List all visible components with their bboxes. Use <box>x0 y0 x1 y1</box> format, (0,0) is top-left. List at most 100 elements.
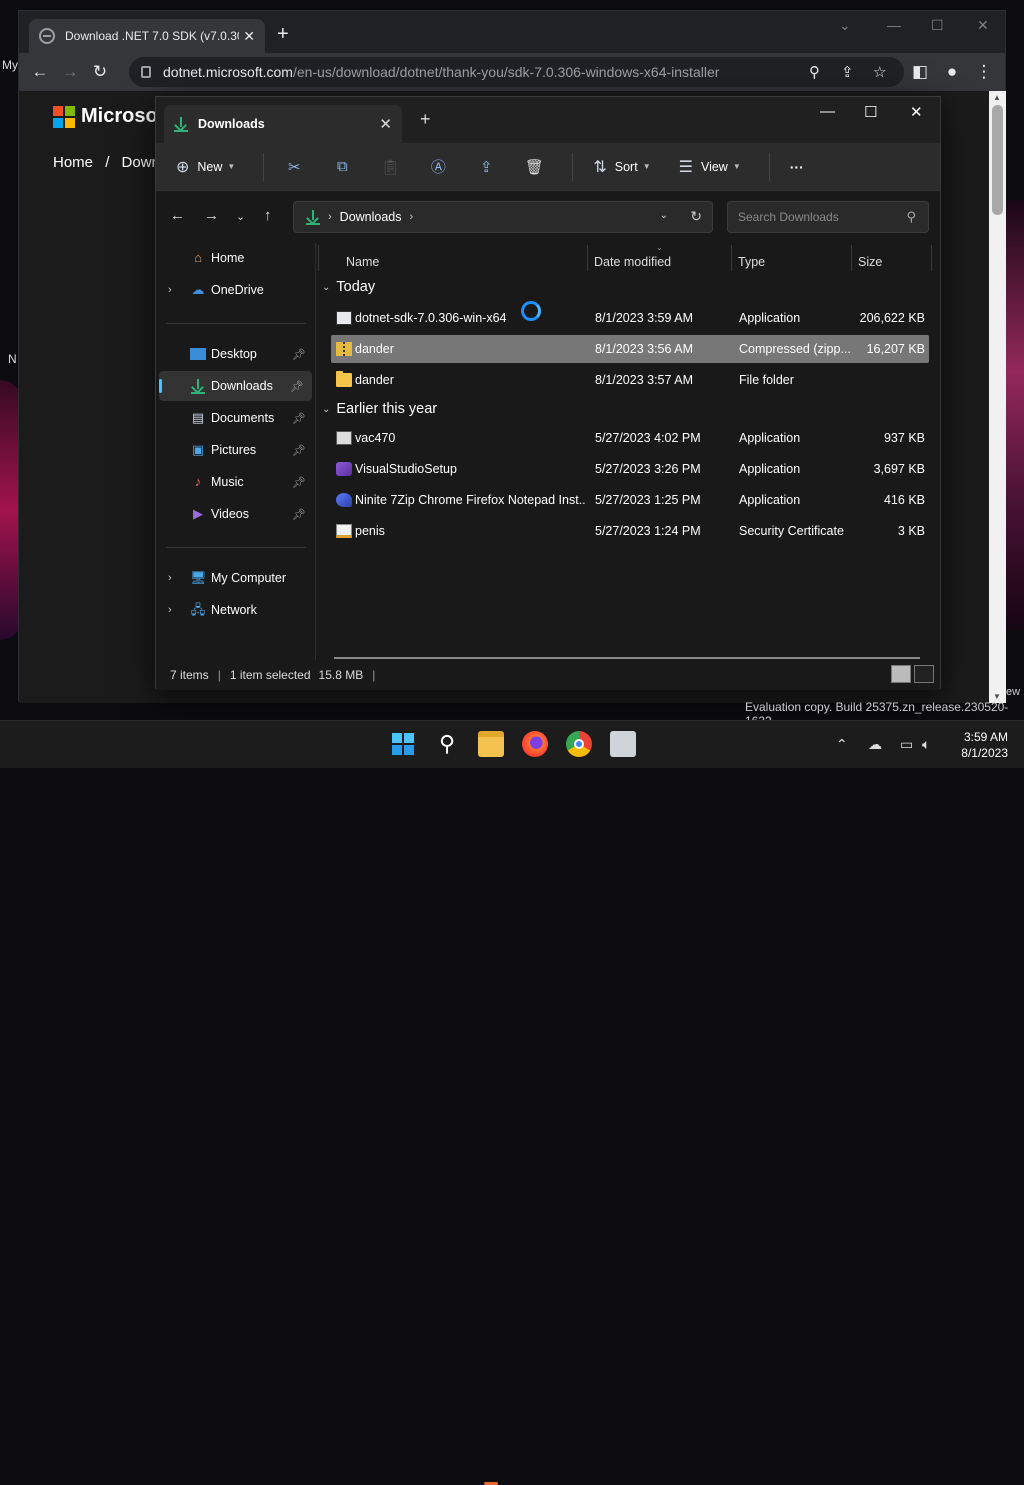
file-row-selected[interactable]: dander 8/1/2023 3:56 AM Compressed (zipp… <box>331 335 929 363</box>
side-panel-icon[interactable]: ◧ <box>905 62 935 82</box>
app-icon[interactable] <box>610 731 636 757</box>
close-tab-icon[interactable]: ✕ <box>379 115 392 133</box>
chevron-right-icon[interactable]: › <box>168 284 172 296</box>
address-bar[interactable]: dotnet.microsoft.com/en-us/download/dotn… <box>129 57 904 87</box>
column-divider[interactable] <box>851 245 852 271</box>
chevron-right-icon[interactable]: › <box>168 604 172 616</box>
share-icon[interactable]: ⇪ <box>841 63 854 81</box>
search-input[interactable]: Search Downloads ⚲ <box>727 201 929 233</box>
search-icon[interactable]: ⚲ <box>809 63 820 81</box>
back-button[interactable]: ← <box>170 207 185 224</box>
address-current[interactable]: Downloads <box>340 210 402 224</box>
scroll-up-arrow[interactable]: ▲ <box>993 93 1001 102</box>
column-header-name[interactable]: Name <box>346 255 379 269</box>
address-bar[interactable]: › Downloads › ⌄ ↻ <box>293 201 713 233</box>
back-button[interactable]: ← <box>25 62 55 82</box>
copy-icon[interactable]: ⧉ <box>332 158 352 175</box>
volume-icon[interactable]: 🔈︎ <box>922 736 930 753</box>
more-options-button[interactable]: ··· <box>790 159 804 175</box>
group-header-today[interactable]: ⌄ Today <box>322 279 375 295</box>
close-window-button[interactable]: ✕ <box>977 17 989 34</box>
nav-item-onedrive[interactable]: › ☁ OneDrive <box>156 275 314 305</box>
nav-item-desktop[interactable]: Desktop 📌︎ <box>156 339 314 369</box>
scrollbar-thumb[interactable] <box>992 105 1003 215</box>
paste-icon[interactable]: 📋︎ <box>380 158 400 176</box>
system-clock[interactable]: 3:59 AM 8/1/2023 <box>952 729 1008 761</box>
minimize-button[interactable]: — <box>887 17 901 33</box>
breadcrumb-home[interactable]: Home <box>53 154 93 171</box>
file-row[interactable]: dander 8/1/2023 3:57 AM File folder <box>331 366 929 394</box>
file-explorer-icon[interactable] <box>478 731 504 757</box>
file-row[interactable]: VisualStudioSetup 5/27/2023 3:26 PM Appl… <box>331 455 929 483</box>
file-row[interactable]: dotnet-sdk-7.0.306-win-x64 8/1/2023 3:59… <box>331 304 929 332</box>
nav-item-documents[interactable]: ▤ Documents 📌︎ <box>156 403 314 433</box>
browser-tab[interactable]: Download .NET 7.0 SDK (v7.0.306 ✕ <box>29 19 265 53</box>
column-header-type[interactable]: Type <box>738 255 765 269</box>
cloud-off-icon[interactable]: ☁ <box>868 736 882 753</box>
column-divider[interactable] <box>587 245 588 271</box>
view-button[interactable]: ☰ View ▼ <box>679 157 741 177</box>
new-button[interactable]: ⊕ New ▼ <box>176 157 235 177</box>
new-tab-button[interactable]: + <box>277 23 289 46</box>
nav-item-music[interactable]: ♪ Music 📌︎ <box>156 467 314 497</box>
nav-item-pictures[interactable]: ▣ Pictures 📌︎ <box>156 435 314 465</box>
menu-icon[interactable]: ⋮ <box>969 62 999 82</box>
details-view-button[interactable] <box>891 665 911 683</box>
microsoft-logo[interactable] <box>53 106 75 128</box>
forward-button[interactable]: → <box>55 62 85 82</box>
chevron-right-icon[interactable]: › <box>168 572 172 584</box>
chevron-down-icon[interactable]: ⌄ <box>839 17 851 34</box>
chevron-right-icon[interactable]: › <box>410 211 414 223</box>
profile-icon[interactable]: ● <box>937 62 967 82</box>
search-icon[interactable]: ⚲ <box>434 731 460 757</box>
chevron-right-icon[interactable]: › <box>328 211 332 223</box>
show-hidden-icons-button[interactable]: ⌃ <box>836 736 848 753</box>
pin-icon: 📌︎ <box>290 380 304 393</box>
bookmark-star-icon[interactable]: ☆ <box>873 63 886 81</box>
page-scrollbar[interactable]: ▲ ▼ <box>989 91 1006 703</box>
explorer-tab[interactable]: Downloads ✕ <box>164 105 402 143</box>
chrome-icon[interactable] <box>566 731 592 757</box>
chevron-down-icon: ⌄ <box>322 403 331 415</box>
maximize-button[interactable]: ☐ <box>864 103 877 121</box>
up-button[interactable]: ↑ <box>264 207 272 224</box>
forward-button[interactable]: → <box>204 207 219 224</box>
minimize-button[interactable]: — <box>820 103 835 120</box>
maximize-button[interactable]: ☐ <box>931 17 944 34</box>
column-divider[interactable] <box>931 245 932 271</box>
file-row[interactable]: penis 5/27/2023 1:24 PM Security Certifi… <box>331 517 929 545</box>
cloud-icon: ☁ <box>191 282 205 297</box>
column-header-date[interactable]: Date modified <box>594 255 671 269</box>
sort-button[interactable]: ⇅ Sort ▼ <box>593 157 650 177</box>
file-size: 416 KB <box>883 493 925 507</box>
nav-item-videos[interactable]: ▶ Videos 📌︎ <box>156 499 314 529</box>
close-window-button[interactable]: ✕ <box>910 103 923 121</box>
rename-icon[interactable]: Ⓐ <box>428 156 448 177</box>
delete-icon[interactable]: 🗑︎ <box>524 158 544 176</box>
group-header-earlier[interactable]: ⌄ Earlier this year <box>322 401 437 417</box>
column-divider[interactable] <box>731 245 732 271</box>
firefox-icon[interactable] <box>522 731 548 757</box>
file-row[interactable]: vac470 5/27/2023 4:02 PM Application 937… <box>331 424 929 452</box>
nav-item-network[interactable]: › 🖧 Network <box>156 595 314 625</box>
address-dropdown-icon[interactable]: ⌄ <box>660 210 668 221</box>
column-header-size[interactable]: Size <box>858 255 882 269</box>
share-icon[interactable]: ⇪ <box>476 158 496 176</box>
horizontal-scrollbar[interactable] <box>334 657 920 659</box>
close-tab-icon[interactable]: ✕ <box>243 28 255 45</box>
column-divider[interactable] <box>318 245 319 271</box>
reload-button[interactable]: ↻ <box>85 62 115 82</box>
nav-item-home[interactable]: ⌂ Home <box>156 243 314 273</box>
recent-locations-button[interactable]: ⌄ <box>236 210 245 223</box>
file-row[interactable]: Ninite 7Zip Chrome Firefox Notepad Inst.… <box>331 486 929 514</box>
new-tab-button[interactable]: + <box>420 109 431 130</box>
network-icon[interactable]: ▭ <box>900 736 913 753</box>
computer-icon: 🖥︎ <box>190 570 207 585</box>
nav-item-downloads[interactable]: Downloads 📌︎ <box>159 371 312 401</box>
tiles-view-button[interactable] <box>914 665 934 683</box>
start-button[interactable] <box>390 731 416 757</box>
refresh-icon[interactable]: ↻ <box>690 208 702 225</box>
cut-icon[interactable]: ✂ <box>284 158 304 176</box>
chevron-down-icon: ▼ <box>732 162 741 171</box>
nav-item-my-computer[interactable]: › 🖥︎ My Computer <box>156 563 314 593</box>
